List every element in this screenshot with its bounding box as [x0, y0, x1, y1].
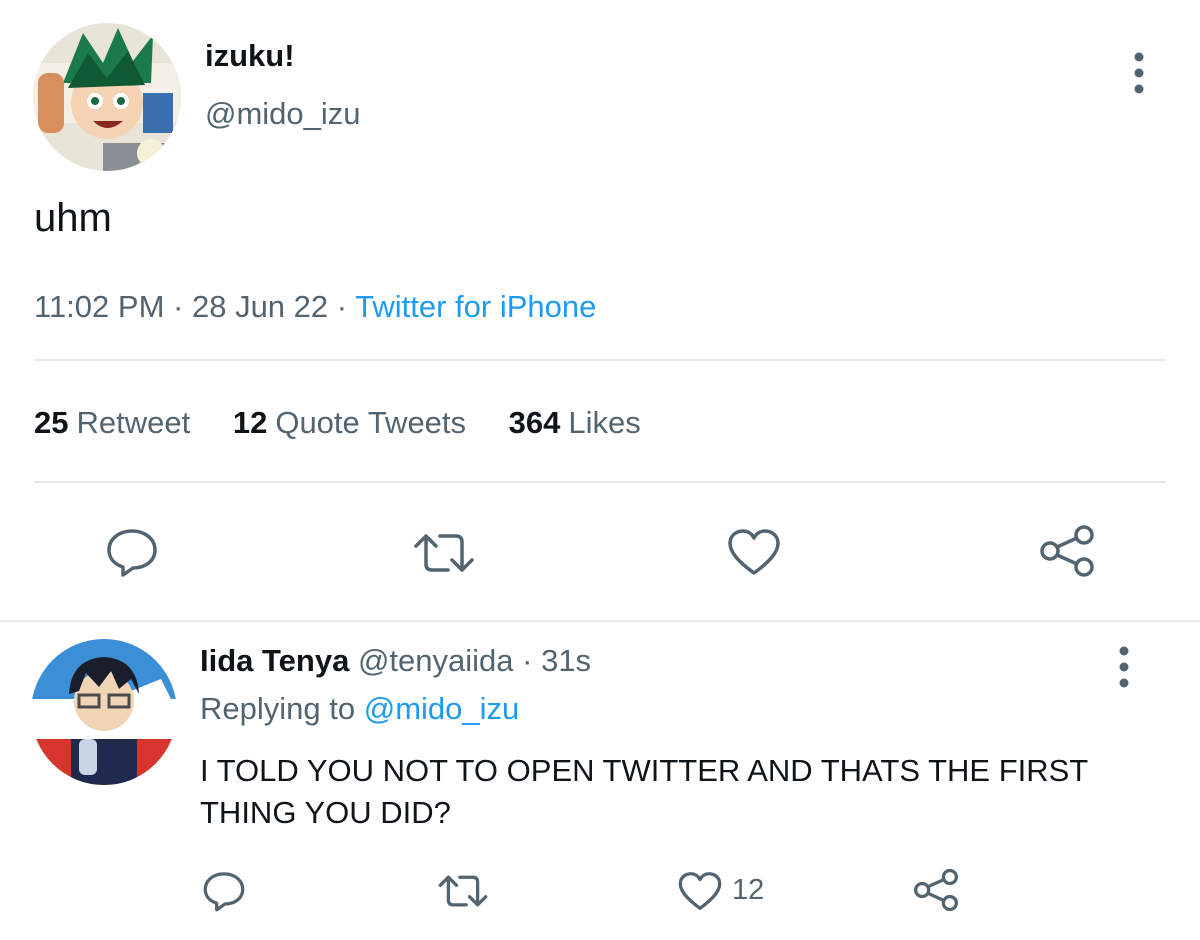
divider — [34, 481, 1166, 483]
meta-separator: · — [173, 289, 184, 324]
tweet-date[interactable]: 28 Jun 22 — [192, 289, 328, 324]
share-icon — [914, 868, 958, 912]
retweet-icon — [414, 534, 474, 572]
meta-separator: · — [336, 289, 348, 324]
tweet-source-link[interactable]: Twitter for iPhone — [355, 289, 596, 324]
retweet-button[interactable] — [412, 530, 476, 576]
handle[interactable]: @tenyaiida — [358, 643, 514, 678]
reply-header: Iida Tenya @tenyaiida · 31s — [200, 643, 591, 679]
share-button[interactable] — [1038, 524, 1096, 578]
reply-text: I TOLD YOU NOT TO OPEN TWITTER AND THATS… — [200, 753, 1088, 830]
quotes-label: Quote Tweets — [275, 405, 467, 440]
mention-link[interactable]: @mido_izu — [364, 691, 520, 726]
like-icon — [728, 529, 780, 575]
likes-label: Likes — [568, 405, 641, 440]
avatar[interactable] — [33, 23, 181, 171]
tweet-stats: 25 Retweet 12 Quote Tweets 364 Likes — [34, 405, 675, 441]
reply-button[interactable] — [105, 527, 159, 577]
likes-stat[interactable]: 364 Likes — [509, 405, 641, 440]
reply-icon — [107, 529, 157, 577]
quotes-stat[interactable]: 12 Quote Tweets — [233, 405, 466, 440]
tweet-text: uhm — [34, 196, 112, 240]
retweet-icon — [438, 875, 488, 907]
share-icon — [1040, 525, 1094, 577]
like-button[interactable] — [726, 527, 782, 577]
reply-icon — [203, 872, 245, 912]
like-button[interactable] — [677, 870, 723, 912]
divider — [34, 359, 1166, 361]
retweet-button[interactable] — [437, 872, 489, 910]
reply-age[interactable]: 31s — [541, 643, 591, 678]
display-name[interactable]: Iida Tenya — [200, 643, 349, 678]
like-count: 12 — [732, 874, 765, 906]
likes-count: 364 — [508, 405, 561, 440]
reply-button[interactable] — [202, 870, 246, 912]
handle[interactable]: @mido_izu — [205, 96, 361, 132]
display-name[interactable]: izuku! — [205, 38, 295, 74]
tweet-time: 11:02 PM — [34, 289, 165, 324]
avatar[interactable] — [31, 639, 177, 785]
retweets-label: Retweet — [76, 405, 191, 440]
share-button[interactable] — [912, 868, 960, 912]
more-options-icon[interactable] — [1131, 50, 1147, 96]
like-icon — [678, 872, 722, 910]
replying-to: Replying to @mido_izu — [200, 691, 519, 727]
meta-separator: · — [522, 643, 533, 678]
main-tweet: izuku! @mido_izu uhm 11:02 PM · 28 Jun 2… — [0, 0, 1200, 622]
replying-prefix: Replying to — [200, 691, 356, 726]
quotes-count: 12 — [232, 405, 268, 440]
retweets-stat[interactable]: 25 Retweet — [34, 405, 190, 440]
tweet-meta: 11:02 PM · 28 Jun 22 · Twitter for iPhon… — [34, 289, 596, 325]
retweets-count: 25 — [34, 405, 69, 440]
more-options-icon[interactable] — [1116, 644, 1132, 690]
